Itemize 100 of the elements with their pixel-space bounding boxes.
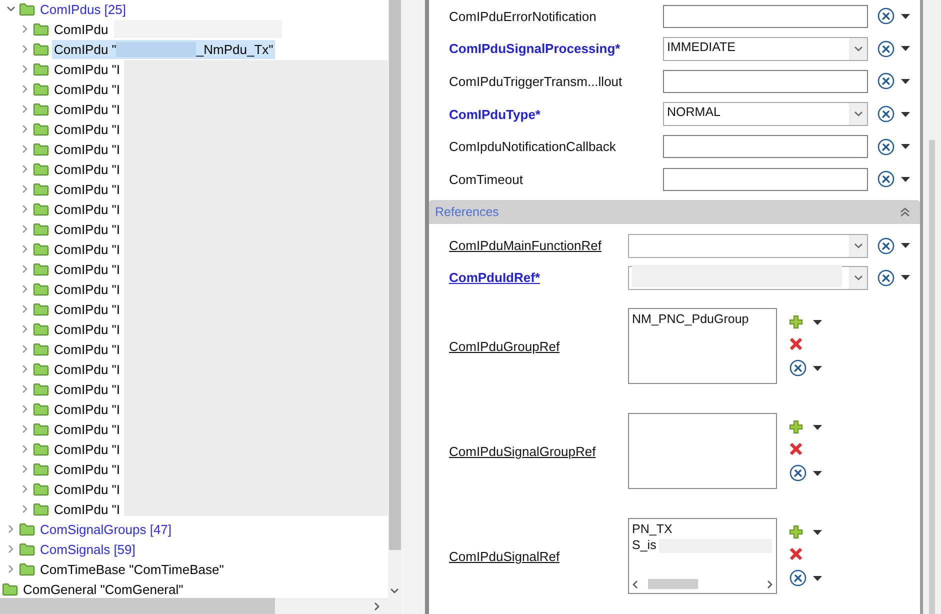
- tree-item[interactable]: ComIPdu "I: [52, 420, 122, 438]
- input-field[interactable]: [663, 135, 868, 158]
- folder-icon: [33, 222, 49, 236]
- tree-item[interactable]: ComSignals [59]: [38, 540, 138, 558]
- input-field[interactable]: [663, 70, 868, 93]
- tree-item[interactable]: ComIPdu "I: [52, 400, 122, 418]
- tree-item[interactable]: ComIPdu "I: [52, 480, 122, 498]
- dropdown-caret-icon[interactable]: [813, 424, 822, 430]
- tree-item[interactable]: ComIPdu "I: [52, 240, 122, 258]
- dropdown-caret-icon[interactable]: [901, 46, 910, 52]
- combo-box[interactable]: [628, 266, 868, 290]
- reference-link[interactable]: ComPduIdRef*: [449, 270, 628, 286]
- dropdown-chevron-icon[interactable]: [849, 103, 867, 126]
- tree-item[interactable]: ComIPdu "I: [52, 100, 122, 118]
- reference-link[interactable]: ComIPduGroupRef: [449, 338, 628, 354]
- folder-icon: [33, 302, 49, 316]
- reference-link[interactable]: ComIPduMainFunctionRef: [449, 238, 628, 254]
- dropdown-caret-icon[interactable]: [901, 275, 910, 280]
- folder-icon: [19, 2, 35, 16]
- tree-item[interactable]: ComIPdus [25]: [38, 0, 128, 18]
- scroll-right-icon[interactable]: [767, 580, 773, 589]
- tree-item[interactable]: ComIPdu "I: [52, 300, 122, 318]
- tree-item[interactable]: ComIPdu "I: [52, 440, 122, 458]
- scrollbar-thumb[interactable]: [648, 579, 698, 590]
- list-item[interactable]: S_is: [632, 537, 656, 554]
- folder-icon: [33, 22, 49, 36]
- tree-item[interactable]: ComGeneral "ComGeneral": [21, 580, 186, 598]
- dropdown-caret-icon[interactable]: [813, 320, 822, 325]
- folder-icon: [33, 242, 49, 256]
- list-box[interactable]: PN_TX S_is: [628, 518, 777, 594]
- tree-item[interactable]: ComIPdu "I: [52, 320, 122, 338]
- scroll-left-icon[interactable]: [632, 580, 638, 589]
- collapse-icon[interactable]: [900, 206, 910, 217]
- scrollbar-thumb[interactable]: [0, 598, 275, 614]
- scrollbar-thumb[interactable]: [929, 140, 935, 614]
- delete-icon[interactable]: [789, 337, 803, 352]
- dropdown-chevron-icon[interactable]: [849, 38, 867, 60]
- tree-item[interactable]: ComIPdu "I: [52, 260, 122, 278]
- dropdown-caret-icon[interactable]: [813, 576, 822, 581]
- list-box[interactable]: [628, 413, 777, 490]
- combo-box[interactable]: IMMEDIATE: [663, 36, 868, 61]
- combo-box[interactable]: [628, 234, 868, 258]
- dropdown-caret-icon[interactable]: [901, 78, 910, 84]
- dropdown-caret-icon[interactable]: [901, 243, 910, 248]
- tree-item[interactable]: ComIPdu "I: [52, 380, 122, 398]
- dropdown-caret-icon[interactable]: [901, 14, 910, 19]
- folder-icon: [33, 462, 49, 476]
- folder-icon: [33, 62, 49, 76]
- list-item[interactable]: NM_PNC_PduGroup: [632, 311, 749, 328]
- input-field[interactable]: [663, 168, 868, 191]
- tree-item[interactable]: ComIPdu "I: [52, 140, 122, 158]
- tree-item[interactable]: ComIPdu: [52, 20, 110, 38]
- delete-icon[interactable]: [789, 442, 803, 456]
- reference-link[interactable]: ComIPduSignalGroupRef: [449, 444, 628, 459]
- folder-icon: [19, 562, 35, 576]
- reference-link[interactable]: ComIPduSignalRef: [449, 548, 628, 564]
- folder-icon: [33, 182, 49, 196]
- dropdown-chevron-icon[interactable]: [849, 234, 867, 257]
- tree-item[interactable]: ComIPdu "I: [52, 220, 122, 238]
- folder-icon: [33, 142, 49, 156]
- dropdown-chevron-icon[interactable]: [849, 266, 867, 289]
- delete-icon[interactable]: [789, 547, 803, 562]
- list-box[interactable]: NM_PNC_PduGroup: [628, 308, 777, 384]
- splitter-bar[interactable]: [401, 0, 429, 614]
- tree-item[interactable]: ComTimeBase "ComTimeBase": [38, 560, 226, 578]
- tree-item[interactable]: ComIPdu "I: [52, 500, 122, 518]
- field-label: ComIPduTriggerTransm...llout: [449, 74, 624, 89]
- tree-item[interactable]: ComIPdu "I: [52, 360, 122, 378]
- tree-item[interactable]: ComIPdu "I: [52, 160, 122, 178]
- dropdown-caret-icon[interactable]: [901, 144, 910, 150]
- tree-item[interactable]: ComIPdu "I: [52, 120, 122, 138]
- folder-icon: [33, 282, 49, 296]
- add-icon[interactable]: [789, 525, 803, 540]
- combo-box[interactable]: NORMAL: [663, 102, 868, 126]
- folder-icon: [33, 442, 49, 456]
- list-item[interactable]: PN_TX: [632, 521, 672, 538]
- add-icon[interactable]: [789, 420, 803, 434]
- dropdown-caret-icon[interactable]: [901, 112, 910, 117]
- tree-item[interactable]: ComIPdu "I: [52, 460, 122, 478]
- tree-item[interactable]: ComIPdu "I: [52, 280, 122, 298]
- folder-icon: [19, 542, 35, 556]
- tree-item[interactable]: ComSignalGroups [47]: [38, 520, 174, 538]
- horizontal-scrollbar[interactable]: [632, 578, 773, 590]
- scrollbar-thumb[interactable]: [388, 0, 400, 550]
- tree-item[interactable]: ComIPdu "I: [52, 200, 122, 218]
- tree-item[interactable]: ComIPdu "I: [52, 340, 122, 358]
- dropdown-caret-icon[interactable]: [813, 366, 822, 371]
- tree-item[interactable]: ComIPdu "I: [52, 60, 122, 78]
- tree-item[interactable]: ComIPdu " _NmPdu_Tx": [52, 40, 276, 58]
- add-icon[interactable]: [789, 315, 803, 330]
- folder-icon: [33, 202, 49, 216]
- tree-item[interactable]: ComIPdu "I: [52, 180, 122, 198]
- folder-icon: [33, 362, 49, 376]
- tree-item[interactable]: ComIPdu "I: [52, 80, 122, 98]
- folder-icon: [19, 522, 35, 536]
- dropdown-caret-icon[interactable]: [813, 530, 822, 535]
- dropdown-caret-icon[interactable]: [813, 470, 822, 476]
- dropdown-caret-icon[interactable]: [901, 176, 910, 182]
- input-field[interactable]: [663, 4, 868, 28]
- field-label: ComIpduNotificationCallback: [449, 139, 617, 154]
